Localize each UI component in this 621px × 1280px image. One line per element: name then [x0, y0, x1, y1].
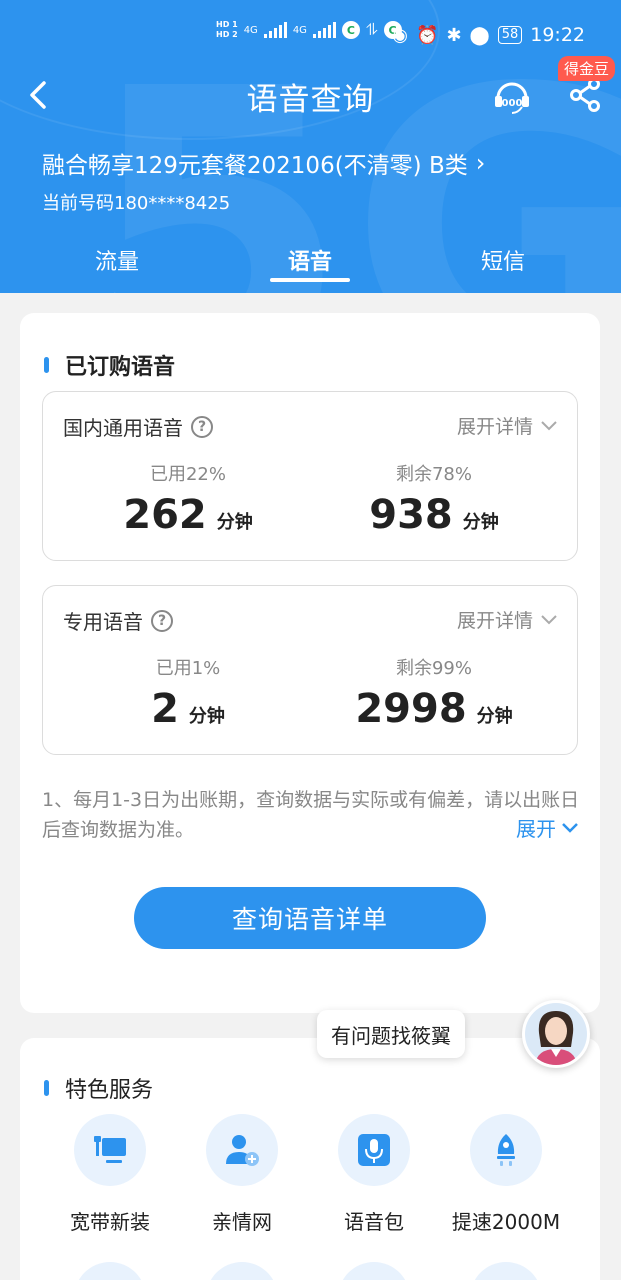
- tab-data[interactable]: 流量: [57, 244, 177, 276]
- voice-package-domestic: 国内通用语音 ? 展开详情 已用22% 262 分钟 剩余78% 938 分钟: [42, 391, 578, 561]
- feature-icon-row2[interactable]: [338, 1262, 410, 1280]
- assistant-bubble[interactable]: 有问题找筱翼: [317, 1010, 465, 1058]
- package-name: 国内通用语音 ?: [63, 412, 213, 441]
- feature-speed-boost[interactable]: 提速2000M: [440, 1114, 572, 1235]
- alarm-icon: ⏰: [416, 24, 439, 46]
- query-voice-details-button[interactable]: 查询语音详单: [134, 887, 486, 949]
- link-icon: ⥮: [365, 20, 378, 39]
- bluetooth-icon: ✱: [446, 24, 462, 46]
- remaining-label: 剩余99%: [395, 658, 472, 679]
- signal-icon: [263, 22, 287, 38]
- title-accent-bar: [44, 357, 49, 373]
- remaining-value: 938 分钟: [369, 492, 499, 538]
- status-right: ◉ ⏰ ✱ ⬤ 58 19:22: [392, 24, 585, 46]
- battery-indicator: 58: [497, 26, 523, 44]
- remaining-value: 2998 分钟: [355, 686, 513, 732]
- used-value: 2 分钟: [151, 686, 225, 732]
- section-title: 特色服务: [44, 1072, 153, 1104]
- featured-services-card: 特色服务 宽带新装 亲情网 语音包 提速2000M: [20, 1038, 600, 1280]
- feature-icon-row2[interactable]: [206, 1262, 278, 1280]
- used-column: 已用22% 262 分钟: [63, 460, 313, 538]
- plan-name: 融合畅享129元套餐202106(不清零) B类: [42, 153, 468, 179]
- header: 5G HD 1 HD 2 4G 4G C ⥮ C ◉ ⏰ ✱ ⬤ 58 19:2…: [0, 0, 621, 293]
- share-button[interactable]: [568, 77, 602, 113]
- tab-sms[interactable]: 短信: [443, 244, 563, 276]
- headset-icon: 10000: [495, 82, 530, 114]
- chevron-down-icon: [541, 614, 557, 624]
- subscribed-voice-card: 已订购语音 国内通用语音 ? 展开详情 已用22% 262 分钟 剩余78% 9…: [20, 313, 600, 1013]
- used-value: 262 分钟: [123, 492, 253, 538]
- section-title: 已订购语音: [44, 349, 175, 381]
- feature-voice-pack[interactable]: 语音包: [308, 1114, 440, 1235]
- gold-bean-badge[interactable]: 得金豆: [558, 56, 616, 81]
- current-phone-number: 当前号码180****8425: [42, 193, 231, 214]
- microphone-icon: [338, 1114, 410, 1186]
- app-notification-icon: C: [341, 21, 360, 39]
- eye-icon: ◉: [392, 24, 409, 46]
- family-icon: [206, 1114, 278, 1186]
- svg-text:10000: 10000: [495, 98, 530, 109]
- remaining-label: 剩余78%: [395, 464, 472, 485]
- expand-details-link[interactable]: 展开详情: [457, 606, 557, 633]
- location-icon: ⬤: [469, 24, 490, 46]
- tab-voice[interactable]: 语音: [250, 244, 370, 276]
- help-icon[interactable]: ?: [191, 415, 213, 438]
- remaining-column: 剩余99% 2998 分钟: [309, 654, 559, 732]
- plan-selector[interactable]: 融合畅享129元套餐202106(不清零) B类 ›: [42, 146, 485, 180]
- status-left: HD 1 HD 2 4G 4G C ⥮ C: [216, 20, 402, 40]
- status-bar: HD 1 HD 2 4G 4G C ⥮ C ◉ ⏰ ✱ ⬤ 58 19:22: [0, 18, 621, 54]
- feature-broadband[interactable]: 宽带新装: [44, 1114, 176, 1235]
- chevron-down-icon: [562, 822, 578, 833]
- assistant-avatar[interactable]: [522, 1000, 590, 1068]
- network-type-1: 4G: [243, 24, 258, 36]
- signal-icon-2: [312, 22, 336, 38]
- network-type-2: 4G: [292, 24, 307, 36]
- title-accent-bar: [44, 1080, 49, 1096]
- voice-package-special: 专用语音 ? 展开详情 已用1% 2 分钟 剩余99% 2998 分钟: [42, 585, 578, 755]
- customer-service-button[interactable]: 10000: [492, 76, 532, 116]
- feature-icon-row2[interactable]: [470, 1262, 542, 1280]
- feature-family-network[interactable]: 亲情网: [176, 1114, 308, 1235]
- chevron-down-icon: [541, 420, 557, 430]
- used-label: 已用22%: [149, 464, 226, 485]
- expand-details-link[interactable]: 展开详情: [457, 412, 557, 439]
- billing-note: 1、每月1-3日为出账期，查询数据与实际或有偏差，请以出账日后查询数据为准。: [42, 789, 580, 841]
- rocket-icon: [470, 1114, 542, 1186]
- used-label: 已用1%: [155, 658, 221, 679]
- feature-icon-row2[interactable]: [74, 1262, 146, 1280]
- clock: 19:22: [530, 24, 585, 46]
- active-tab-indicator: [270, 278, 350, 282]
- chevron-right-icon: ›: [475, 149, 486, 177]
- used-column: 已用1% 2 分钟: [63, 654, 313, 732]
- hd-indicator: HD 1 HD 2: [216, 20, 238, 39]
- help-icon[interactable]: ?: [151, 609, 173, 632]
- package-name: 专用语音 ?: [63, 606, 173, 635]
- share-icon: [570, 78, 600, 112]
- remaining-column: 剩余78% 938 分钟: [309, 460, 559, 538]
- usage-tabs: 流量 语音 短信: [0, 240, 621, 290]
- note-expand-link[interactable]: 展开: [516, 813, 578, 842]
- broadband-icon: [74, 1114, 146, 1186]
